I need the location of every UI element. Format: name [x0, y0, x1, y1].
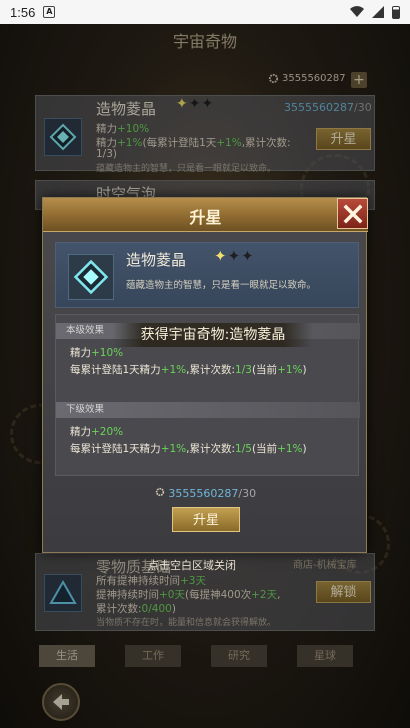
gear-currency-icon — [155, 487, 165, 497]
close-icon — [343, 204, 362, 223]
upgrade-star-dialog: 升星 造物菱晶 ✦✦✦ 蕴藏造物主的智慧，只是看一眼就足以致命。 本级效果 精力… — [42, 197, 368, 553]
effect-line: 1/3) — [96, 148, 118, 160]
effect-line: 精力+10% — [70, 347, 124, 359]
dialog-title: 升星 — [189, 208, 222, 227]
effect-line: 每累计登陆1天精力+1%,累计次数:1/5(当前+1%) — [70, 443, 307, 455]
clock: 1:56 — [10, 4, 36, 20]
shop-source-label: 商店-机械宝库 — [293, 560, 357, 571]
back-button[interactable] — [42, 683, 80, 721]
artifact-card: 造物菱晶 ✦✦✦ 3555560287/30 精力+10% 精力+1%(每累计登… — [35, 95, 375, 174]
crystal-icon — [44, 118, 82, 156]
tab-work[interactable]: 工作 — [125, 645, 181, 667]
artifact-description: 蕴藏造物主的智慧，只是看一眼就足以致命。 — [96, 164, 277, 174]
triangle-artifact-icon — [44, 574, 82, 612]
artifact-name: 造物菱晶 — [96, 100, 157, 118]
upgrade-cost: 3555560287/30 — [284, 101, 372, 114]
effect-line: 提神持续时间+0天(每提神400次+2天, — [96, 589, 281, 601]
upgrade-cost: 3555560287/30 — [43, 487, 368, 500]
star-rating: ✦✦✦ — [176, 96, 215, 112]
arrow-left-icon — [53, 694, 69, 710]
add-currency-button[interactable]: + — [351, 72, 367, 88]
item-name: 造物菱晶 — [126, 251, 187, 269]
crystal-icon — [68, 254, 114, 300]
artifact-description: 当物质不存在时，能量和信息就会获得解放。 — [96, 618, 277, 628]
status-bar: 1:56 A — [0, 0, 410, 24]
effect-line: 精力+1%(每累计登陆1天+1%,累计次数: — [96, 137, 291, 149]
tab-research[interactable]: 研究 — [211, 645, 267, 667]
tab-planet[interactable]: 星球 — [297, 645, 353, 667]
battery-icon — [392, 5, 400, 19]
page-title: 宇宙奇物 — [172, 32, 237, 51]
effect-line: 精力+20% — [70, 426, 124, 438]
dialog-header: 升星 — [43, 198, 368, 232]
close-hint: 点击空白区域关闭 — [148, 559, 236, 572]
star-rating: ✦✦✦ — [214, 247, 255, 265]
currency-amount: 3555560287 — [282, 73, 346, 84]
currency-display: 3555560287 — [268, 73, 346, 84]
effect-line: 累计次数:0/400) — [96, 603, 176, 615]
item-info-panel: 造物菱晶 ✦✦✦ 蕴藏造物主的智慧，只是看一眼就足以致命。 — [55, 242, 359, 308]
unlock-button[interactable]: 解锁 — [316, 581, 371, 603]
category-tabs: 生活 工作 研究 星球 — [25, 645, 380, 667]
tab-life[interactable]: 生活 — [39, 645, 95, 667]
close-button[interactable] — [337, 198, 368, 229]
upgrade-star-button[interactable]: 升星 — [316, 128, 371, 150]
app-notification-icon: A — [43, 6, 56, 18]
obtained-toast: 获得宇宙奇物:造物菱晶 — [113, 323, 313, 347]
effect-line: 所有提神持续时间+3天 — [96, 575, 206, 587]
signal-icon — [372, 6, 384, 18]
effect-line: 每累计登陆1天精力+1%,累计次数:1/3(当前+1%) — [70, 364, 307, 376]
item-description: 蕴藏造物主的智慧，只是看一眼就足以致命。 — [126, 280, 317, 291]
next-level-heading: 下级效果 — [56, 402, 360, 418]
gear-currency-icon — [268, 73, 279, 84]
effect-line: 精力+10% — [96, 123, 150, 135]
upgrade-star-button[interactable]: 升星 — [172, 507, 240, 532]
wifi-icon — [350, 6, 364, 18]
